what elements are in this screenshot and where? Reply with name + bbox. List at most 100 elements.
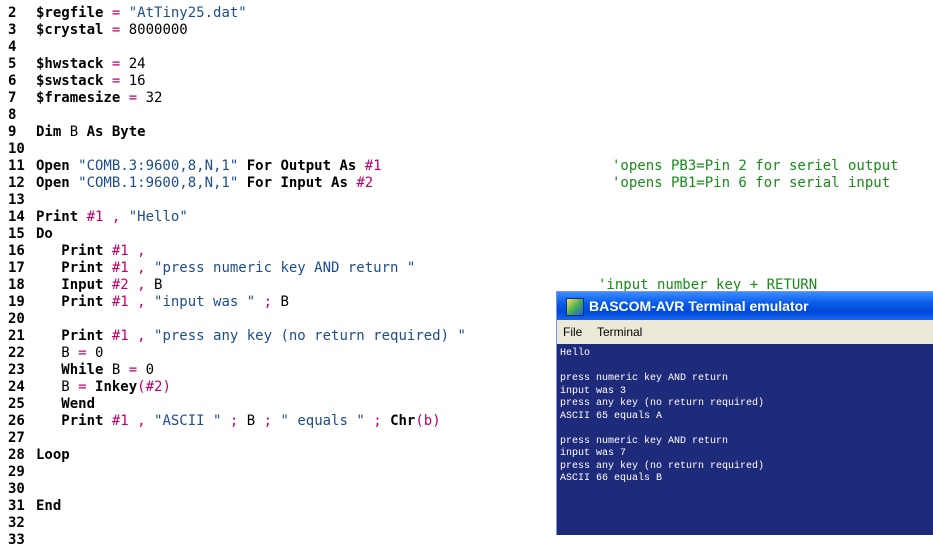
code-line: 15 Do bbox=[8, 226, 53, 243]
code-line: 12 Open "COMB.1:9600,8,N,1" For Input As … bbox=[8, 175, 373, 192]
code-token: Loop bbox=[36, 447, 70, 463]
line-number: 33 bbox=[8, 532, 25, 548]
code-token: #1 , bbox=[103, 294, 146, 310]
code-token: 0 bbox=[145, 362, 155, 378]
code-line: 30 bbox=[8, 481, 36, 498]
code-line: 20 bbox=[8, 311, 36, 328]
code-token: 8000000 bbox=[128, 22, 188, 38]
code-token: B bbox=[61, 124, 87, 140]
code-token: = bbox=[103, 56, 129, 72]
code-line: 25 Wend bbox=[8, 396, 95, 413]
line-number: 30 bbox=[8, 481, 25, 497]
code-token: = bbox=[103, 5, 129, 21]
terminal-line: ASCII 66 equals B bbox=[560, 473, 663, 484]
line-number: 28 bbox=[8, 447, 25, 463]
line-number: 20 bbox=[8, 311, 25, 327]
terminal-line: press numeric key AND return bbox=[560, 373, 729, 384]
code-token: ; bbox=[255, 294, 281, 310]
code-token: Dim bbox=[36, 124, 62, 140]
line-number: 3 bbox=[8, 22, 17, 38]
terminal-line: input was 3 bbox=[560, 385, 627, 397]
code-token: #1 , bbox=[103, 243, 146, 259]
code-token: Print bbox=[36, 294, 104, 310]
code-line: 31 End bbox=[8, 498, 61, 515]
code-token: Inkey bbox=[95, 379, 138, 395]
terminal-output[interactable]: Hello press numeric key AND return input w… bbox=[557, 344, 933, 535]
line-number: 16 bbox=[8, 243, 25, 259]
line-number: 31 bbox=[8, 498, 25, 514]
line-number: 11 bbox=[8, 158, 25, 174]
code-token: B bbox=[36, 345, 70, 361]
code-token: "ASCII " bbox=[145, 413, 222, 429]
code-token: #1 bbox=[356, 158, 382, 174]
code-token: #2 bbox=[347, 175, 374, 191]
code-line: 24 B = Inkey(#2) bbox=[8, 379, 171, 396]
line-number: 25 bbox=[8, 396, 25, 412]
code-token: $crystal bbox=[36, 22, 104, 38]
code-line: 7 $framesize = 32 bbox=[8, 90, 162, 107]
code-line: 21 Print #1 , "press any key (no return … bbox=[8, 328, 466, 345]
code-token: #1 , bbox=[103, 413, 146, 429]
code-token: "input was " bbox=[145, 294, 256, 310]
line-number: 21 bbox=[8, 328, 25, 344]
terminal-line: press any key (no return required) bbox=[560, 398, 765, 409]
line-number: 4 bbox=[8, 39, 17, 55]
code-token: End bbox=[36, 498, 62, 514]
code-token: Open bbox=[36, 158, 70, 174]
code-token: = bbox=[103, 22, 129, 38]
line-number: 9 bbox=[8, 124, 17, 140]
terminal-line: press any key (no return required) bbox=[560, 460, 765, 472]
code-token: Print bbox=[36, 209, 79, 225]
code-token: Open bbox=[36, 175, 70, 191]
code-token: For Output As bbox=[246, 158, 357, 174]
code-token: (b) bbox=[415, 413, 441, 429]
code-line: 6 $swstack = 16 bbox=[8, 73, 146, 90]
line-number: 26 bbox=[8, 413, 25, 429]
code-line: 10 bbox=[8, 141, 36, 158]
code-line: 5 $hwstack = 24 bbox=[8, 56, 146, 73]
code-line: 14 Print #1 , "Hello" bbox=[8, 209, 188, 226]
code-token: Chr bbox=[390, 413, 416, 429]
code-token: 24 bbox=[128, 56, 146, 72]
code-token: ; bbox=[364, 413, 391, 429]
code-token: = bbox=[69, 345, 96, 361]
code-line: 33 bbox=[8, 532, 36, 549]
code-token: Input bbox=[36, 277, 104, 293]
terminal-titlebar[interactable]: BASCOM-AVR Terminal emulator bbox=[557, 292, 933, 320]
code-token: #1 , bbox=[103, 260, 146, 276]
code-line: 11 Open "COMB.3:9600,8,N,1" For Output As… bbox=[8, 158, 382, 175]
code-line: 27 bbox=[8, 430, 36, 447]
code-line: 18 Input #2 , B bbox=[8, 277, 162, 294]
code-token: #1 , bbox=[103, 328, 146, 344]
code-token: "Hello" bbox=[120, 209, 188, 225]
code-token: Print bbox=[36, 328, 104, 344]
line-number: 7 bbox=[8, 90, 17, 106]
code-token: = bbox=[69, 379, 96, 395]
code-token: Wend bbox=[36, 396, 96, 412]
code-token: For Input As bbox=[246, 175, 348, 191]
code-token: $hwstack bbox=[36, 56, 104, 72]
line-number: 12 bbox=[8, 175, 25, 191]
code-token: ; bbox=[221, 413, 247, 429]
code-token: = bbox=[120, 90, 146, 106]
terminal-window[interactable]: BASCOM-AVR Terminal emulator File Termin… bbox=[556, 291, 933, 535]
terminal-title: BASCOM-AVR Terminal emulator bbox=[589, 298, 809, 314]
code-token: $framesize bbox=[36, 90, 121, 106]
code-token: #1 , bbox=[78, 209, 121, 225]
line-number: 8 bbox=[8, 107, 17, 123]
code-token: B bbox=[246, 413, 256, 429]
code-line: 22 B = 0 bbox=[8, 345, 103, 362]
terminal-line: input was 7 bbox=[560, 448, 627, 459]
line-number: 10 bbox=[8, 141, 25, 157]
line-number: 32 bbox=[8, 515, 25, 531]
code-line: 8 bbox=[8, 107, 36, 124]
code-line: 28 Loop bbox=[8, 447, 70, 464]
menu-terminal[interactable]: Terminal bbox=[597, 325, 642, 339]
app-icon bbox=[566, 298, 584, 316]
menu-file[interactable]: File bbox=[563, 325, 582, 339]
code-token: B bbox=[280, 294, 289, 310]
line-number: 18 bbox=[8, 277, 25, 293]
line-number: 13 bbox=[8, 192, 25, 208]
code-token: B bbox=[103, 362, 129, 378]
code-line: 9 Dim B As Byte bbox=[8, 124, 146, 141]
